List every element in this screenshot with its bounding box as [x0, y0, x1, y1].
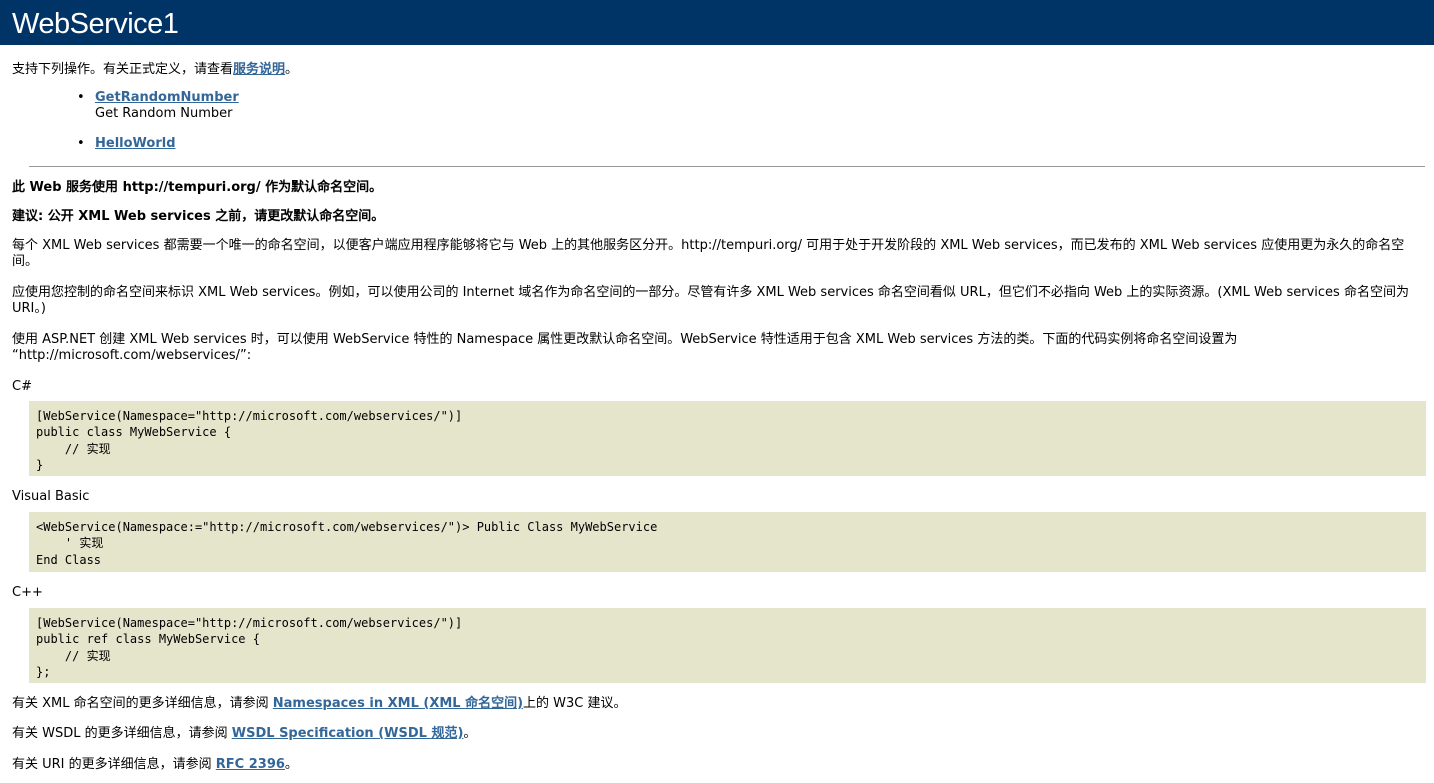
namespace-paragraph-1: 每个 XML Web services 都需要一个唯一的命名空间，以便客户端应用…: [12, 238, 1405, 269]
more-info-suffix: 。: [463, 726, 477, 741]
namespaces-in-xml-link[interactable]: Namespaces in XML (XML 命名空间): [273, 696, 523, 711]
operation-link-getrandomnumber[interactable]: GetRandomNumber: [95, 90, 239, 105]
more-info-xml-namespaces: 有关 XML 命名空间的更多详细信息，请参阅 Namespaces in XML…: [12, 696, 1426, 712]
page-title: WebService1: [12, 8, 179, 40]
service-description-link[interactable]: 服务说明: [233, 62, 285, 77]
code-block-vb: <WebService(Namespace:="http://microsoft…: [29, 512, 1426, 572]
more-info-suffix: 上的 W3C 建议。: [523, 696, 627, 711]
operation-description: Get Random Number: [95, 106, 233, 121]
page-header: WebService1: [0, 0, 1434, 45]
operation-link-helloworld[interactable]: HelloWorld: [95, 136, 176, 151]
operations-list: GetRandomNumber Get Random Number HelloW…: [77, 90, 239, 152]
namespace-paragraph-2: 应使用您控制的命名空间来标识 XML Web services。例如，可以使用公…: [12, 285, 1409, 316]
recommendation-notice: 建议: 公开 XML Web services 之前，请更改默认命名空间。: [12, 209, 385, 224]
intro-label: 支持下列操作。有关正式定义，请查看: [12, 62, 234, 77]
intro-suffix: 。: [285, 62, 299, 77]
more-info-label: 有关 URI 的更多详细信息，请参阅: [12, 757, 216, 772]
code-language-label-cpp: C++: [12, 585, 43, 600]
intro-text: 支持下列操作。有关正式定义，请查看服务说明。: [12, 62, 298, 78]
rfc-2396-link[interactable]: RFC 2396: [216, 757, 285, 772]
more-info-uri: 有关 URI 的更多详细信息，请参阅 RFC 2396。: [12, 757, 1426, 773]
more-info-label: 有关 XML 命名空间的更多详细信息，请参阅: [12, 696, 273, 711]
more-info-wsdl: 有关 WSDL 的更多详细信息，请参阅 WSDL Specification (…: [12, 726, 1426, 742]
namespace-notice: 此 Web 服务使用 http://tempuri.org/ 作为默认命名空间。: [12, 180, 383, 195]
namespace-paragraph-3: 使用 ASP.NET 创建 XML Web services 时，可以使用 We…: [12, 332, 1238, 363]
code-block-csharp: [WebService(Namespace="http://microsoft.…: [29, 401, 1426, 476]
more-info-suffix: 。: [284, 757, 298, 772]
wsdl-specification-link[interactable]: WSDL Specification (WSDL 规范): [232, 726, 464, 741]
code-language-label-vb: Visual Basic: [12, 489, 90, 504]
list-item: GetRandomNumber Get Random Number: [77, 90, 239, 136]
divider: [29, 166, 1425, 167]
code-block-cpp: [WebService(Namespace="http://microsoft.…: [29, 608, 1426, 683]
list-item: HelloWorld: [77, 136, 239, 152]
code-language-label-csharp: C#: [12, 379, 32, 394]
more-info-label: 有关 WSDL 的更多详细信息，请参阅: [12, 726, 232, 741]
